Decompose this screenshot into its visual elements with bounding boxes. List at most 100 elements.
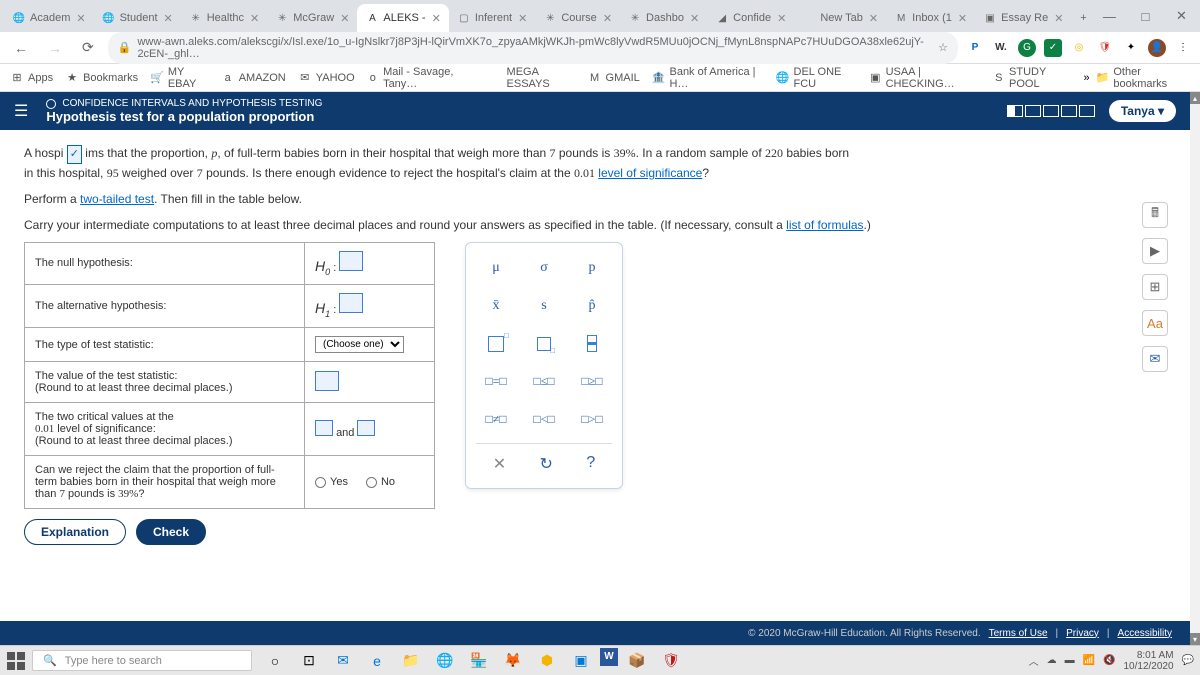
palette-phat[interactable]: p̂ [572,291,612,321]
taskbar-search[interactable]: 🔍 Type here to search [32,650,252,671]
tab-close-icon[interactable]: ✕ [603,12,612,25]
bookmark-8[interactable]: 🏦Bank of America | H… [652,66,764,90]
message-tool-icon[interactable]: ✉ [1142,346,1168,372]
ext-icon-3[interactable]: G [1018,39,1036,57]
browser-tab-9[interactable]: New Tab✕ [794,4,886,32]
privacy-link[interactable]: Privacy [1062,628,1103,639]
close-window-button[interactable]: ✕ [1167,2,1195,30]
word-icon[interactable]: W [600,648,618,666]
yes-radio[interactable]: Yes [315,476,348,488]
browser-tab-6[interactable]: ✳Course✕ [535,4,620,32]
test-statistic-value-input[interactable] [315,371,339,391]
mcafee-icon[interactable]: 🛡 [656,648,686,674]
browser-tab-1[interactable]: 🌐Student✕ [94,4,181,32]
bookmark-6[interactable]: MEGA ESSAYS [490,66,575,90]
ext-icon-4[interactable]: ✓ [1044,39,1062,57]
chrome-menu-icon[interactable]: ⋮ [1174,39,1192,57]
palette-mu[interactable]: μ [476,253,516,283]
bookmark-11[interactable]: SSTUDY POOL [993,66,1072,90]
bookmark-2[interactable]: 🛒MY EBAY [150,66,209,90]
palette-help[interactable]: ? [582,450,599,478]
forward-button[interactable]: → [42,36,68,60]
url-field[interactable]: 🔒 www-awn.aleks.com/alekscgi/x/Isl.exe/1… [108,32,958,64]
browser-tab-8[interactable]: ◢Confide✕ [707,4,794,32]
cortana-icon[interactable]: ○ [260,648,290,674]
scrollbar-thumb-bottom[interactable]: ▾ [1190,633,1200,645]
browser-tab-11[interactable]: ▣Essay Re✕ [975,4,1071,32]
store-icon[interactable]: 🏪 [464,648,494,674]
palette-clear[interactable]: ✕ [489,450,510,478]
tab-close-icon[interactable]: ✕ [76,12,85,25]
browser-tab-4[interactable]: AALEKS -✕ [357,4,448,32]
ext-icon-1[interactable]: P [966,39,984,57]
profile-avatar[interactable]: 👤 [1148,39,1166,57]
palette-le[interactable]: □≤□ [524,367,564,397]
palette-reset[interactable]: ↻ [536,450,557,478]
ext-icon-6[interactable]: 🛡 [1096,39,1114,57]
maximize-button[interactable]: □ [1131,2,1159,30]
bookmark-7[interactable]: MGMAIL [588,66,640,90]
tray-notifications-icon[interactable]: 💬 [1182,655,1194,666]
app-icon-3[interactable]: 📦 [622,648,652,674]
palette-exponent[interactable] [476,329,516,359]
video-tool-icon[interactable]: ▶ [1142,238,1168,264]
critical-values-link[interactable]: critical values [77,411,143,423]
tray-wifi-icon[interactable]: 📶 [1083,655,1095,666]
edge-icon[interactable]: e [362,648,392,674]
palette-subscript[interactable]: □ [524,329,564,359]
browser-tab-7[interactable]: ✳Dashbo✕ [620,4,707,32]
tab-close-icon[interactable]: ✕ [340,12,349,25]
task-view-icon[interactable]: ⊡ [294,648,324,674]
bookmark-9[interactable]: 🌐DEL ONE FCU [776,66,857,90]
hamburger-icon[interactable]: ☰ [14,101,28,121]
palette-xbar[interactable]: x̄ [476,291,516,321]
palette-ne[interactable]: □≠□ [476,405,516,435]
text-tool-icon[interactable]: Aa [1142,310,1168,336]
tab-close-icon[interactable]: ✕ [432,12,441,25]
browser-tab-10[interactable]: MInbox (1✕ [886,4,975,32]
palette-fraction[interactable] [572,329,612,359]
tray-clock[interactable]: 8:01 AM 10/12/2020 [1123,650,1173,672]
tab-close-icon[interactable]: ✕ [164,12,173,25]
explanation-button[interactable]: Explanation [24,519,126,545]
back-button[interactable]: ← [8,36,34,60]
scrollbar-thumb-top[interactable]: ▴ [1190,92,1200,104]
tab-close-icon[interactable]: ✕ [250,12,259,25]
no-radio[interactable]: No [366,476,395,488]
extensions-icon[interactable]: ✦ [1122,39,1140,57]
h0-input[interactable] [339,251,363,271]
tab-close-icon[interactable]: ✕ [1054,12,1063,25]
table-tool-icon[interactable]: ⊞ [1142,274,1168,300]
user-menu[interactable]: Tanya ▾ [1109,100,1176,122]
app-icon-2[interactable]: ▣ [566,648,596,674]
browser-tab-2[interactable]: ✳Healthc✕ [181,4,268,32]
tab-close-icon[interactable]: ✕ [690,12,699,25]
firefox-icon[interactable]: 🦊 [498,648,528,674]
palette-eq[interactable]: □=□ [476,367,516,397]
crit-val-2-input[interactable] [357,420,375,436]
accessibility-link[interactable]: Accessibility [1114,628,1176,639]
new-tab-button[interactable]: + [1071,4,1095,32]
browser-tab-3[interactable]: ✳McGraw✕ [267,4,357,32]
tray-chevron-icon[interactable]: ︿ [1029,653,1039,668]
star-icon[interactable]: ☆ [938,41,948,54]
alt-hypothesis-link[interactable]: alternative hypothesis [57,300,163,312]
palette-lt[interactable]: □<□ [524,405,564,435]
app-icon-1[interactable]: ⬢ [532,648,562,674]
palette-sigma[interactable]: σ [524,253,564,283]
minimize-button[interactable]: — [1095,2,1123,30]
bookmark-chevron-icon[interactable]: » [1084,72,1090,84]
terms-link[interactable]: Terms of Use [985,628,1052,639]
tab-close-icon[interactable]: ✕ [869,12,878,25]
mail-app-icon[interactable]: ✉ [328,648,358,674]
palette-ge[interactable]: □≥□ [572,367,612,397]
test-statistic-select[interactable]: (Choose one) [315,336,404,353]
start-button[interactable] [6,651,26,671]
ext-icon-2[interactable]: W. [992,39,1010,57]
chrome-icon[interactable]: 🌐 [430,648,460,674]
reload-button[interactable]: ⟳ [76,35,100,60]
null-hypothesis-link[interactable]: null hypothesis [57,257,130,269]
bookmark-10[interactable]: ▣USAA | CHECKING… [869,66,980,90]
bookmark-4[interactable]: ✉YAHOO [298,66,355,90]
bookmark-5[interactable]: oMail - Savage, Tany… [367,66,478,90]
